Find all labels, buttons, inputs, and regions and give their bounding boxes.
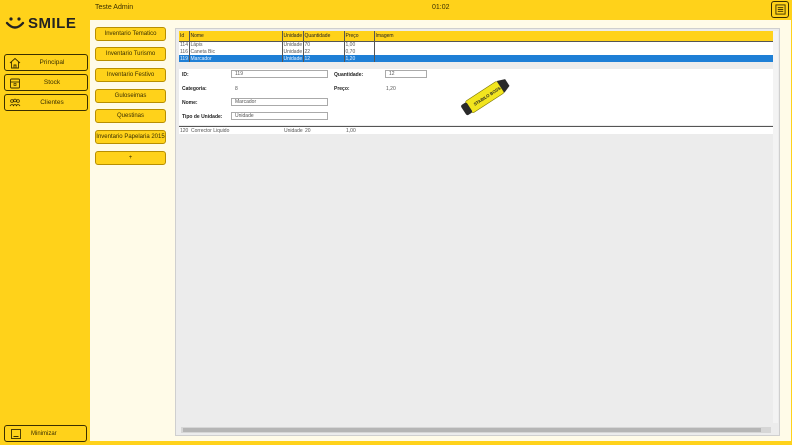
column-header[interactable]: Nome <box>189 31 283 42</box>
cell-unidade: Unidade <box>282 48 304 55</box>
column-header[interactable]: Id <box>179 31 190 42</box>
cell-quantidade: 22 <box>303 48 345 55</box>
cell-quantidade: 70 <box>303 41 345 48</box>
id-field[interactable]: 119 <box>231 70 328 78</box>
hamburger-icon <box>774 4 786 15</box>
cell-imagem <box>374 55 777 62</box>
cell-preco: 1,20 <box>344 55 375 62</box>
table-row[interactable]: 114 Lápis Unidade 70 1,00 <box>179 41 777 48</box>
nav-label: Clientes <box>40 99 64 106</box>
cell-preco: 0,70 <box>344 48 375 55</box>
cell-nome: Lápis <box>189 41 283 48</box>
column-header[interactable]: Unidade <box>282 31 304 42</box>
table-row-selected[interactable]: 119 Marcador Unidade 12 1,20 <box>179 55 777 62</box>
cell-preco: 1,00 <box>344 41 375 48</box>
horizontal-scrollbar[interactable] <box>181 427 771 433</box>
scrollbar-thumb[interactable] <box>183 428 761 432</box>
column-header[interactable]: Preço <box>344 31 375 42</box>
vertical-scrollbar[interactable] <box>773 31 778 423</box>
preco-value: 1,20 <box>386 86 396 92</box>
products-grid: Id Nome Unidade Quantidade Preço Imagem … <box>175 28 780 436</box>
cell-unidade: Unidade <box>282 55 304 62</box>
logo-text: SMILE <box>28 14 77 32</box>
cell-preco: 1,00 <box>346 128 356 134</box>
categoria-value: 8 <box>235 86 238 92</box>
menu-button[interactable] <box>771 1 789 18</box>
cell-imagem <box>374 41 777 48</box>
quantidade-field[interactable]: 12 <box>385 70 427 78</box>
cell-nome: Corrector Liquido <box>191 128 230 134</box>
smile-icon <box>5 17 25 29</box>
clock: 01:02 <box>432 4 450 11</box>
cell-id: 114 <box>179 41 190 48</box>
minimize-button[interactable]: Minimizar <box>4 425 87 442</box>
minimize-label: Minimizar <box>31 431 57 437</box>
nav-principal[interactable]: Principal <box>4 54 88 71</box>
category-button[interactable]: Inventario Turismo <box>95 47 166 61</box>
tipo-unidade-field[interactable]: Unidade <box>231 112 328 120</box>
cell-unidade: Unidade <box>284 128 303 134</box>
minimize-icon <box>11 429 21 439</box>
category-button[interactable]: Questinas <box>95 109 166 123</box>
nav-label: Principal <box>39 59 65 66</box>
cell-imagem <box>374 48 777 55</box>
cell-id: 120 <box>180 128 189 134</box>
nav-stock[interactable]: Stock <box>4 74 88 91</box>
categoria-label: Categoria: <box>182 86 207 92</box>
cell-quantidade: 12 <box>303 55 345 62</box>
nav-clientes[interactable]: Clientes <box>4 94 88 111</box>
table-row[interactable]: 120 Corrector Liquido Unidade 20 1,00 <box>179 126 777 134</box>
category-button[interactable]: Inventario Festivo <box>95 68 166 82</box>
nome-label: Nome: <box>182 100 198 106</box>
cell-id: 119 <box>179 55 190 62</box>
products-table: Id Nome Unidade Quantidade Preço Imagem … <box>179 31 777 62</box>
content-panel: Inventario Tematico Inventario Turismo I… <box>90 20 791 441</box>
user-name: Teste Admin <box>95 4 134 11</box>
category-button[interactable]: Guloseimas <box>95 89 166 103</box>
cell-unidade: Unidade <box>282 41 304 48</box>
table-header: Id Nome Unidade Quantidade Preço Imagem <box>179 31 777 42</box>
cell-id: 116 <box>179 48 190 55</box>
product-image-marker: STABILO BOSS <box>461 79 510 116</box>
quantidade-label: Quantidade: <box>334 72 364 78</box>
id-label: ID: <box>182 72 189 78</box>
cell-nome: Marcador <box>189 55 283 62</box>
preco-label: Preço: <box>334 86 350 92</box>
category-button[interactable]: Inventario Tematico <box>95 27 166 41</box>
row-details-panel: ID: 119 Categoria: 8 Nome: Marcador Tipo… <box>179 69 777 125</box>
tipo-unidade-label: Tipo de Unidade: <box>182 114 223 120</box>
table-row[interactable]: 116 Caneta Bic Unidade 22 0,70 <box>179 48 777 55</box>
add-category-button[interactable]: + <box>95 151 166 165</box>
app-logo: SMILE <box>5 12 85 34</box>
nav-label: Stock <box>43 79 61 86</box>
top-bar: Teste Admin 01:02 <box>0 0 792 19</box>
category-button[interactable]: Inventario Papelaria 2015 <box>95 130 166 144</box>
column-header[interactable]: Quantidade <box>303 31 345 42</box>
column-header[interactable]: Imagem <box>374 31 777 42</box>
nome-field[interactable]: Marcador <box>231 98 328 106</box>
cell-nome: Caneta Bic <box>189 48 283 55</box>
cell-quantidade: 20 <box>305 128 311 134</box>
